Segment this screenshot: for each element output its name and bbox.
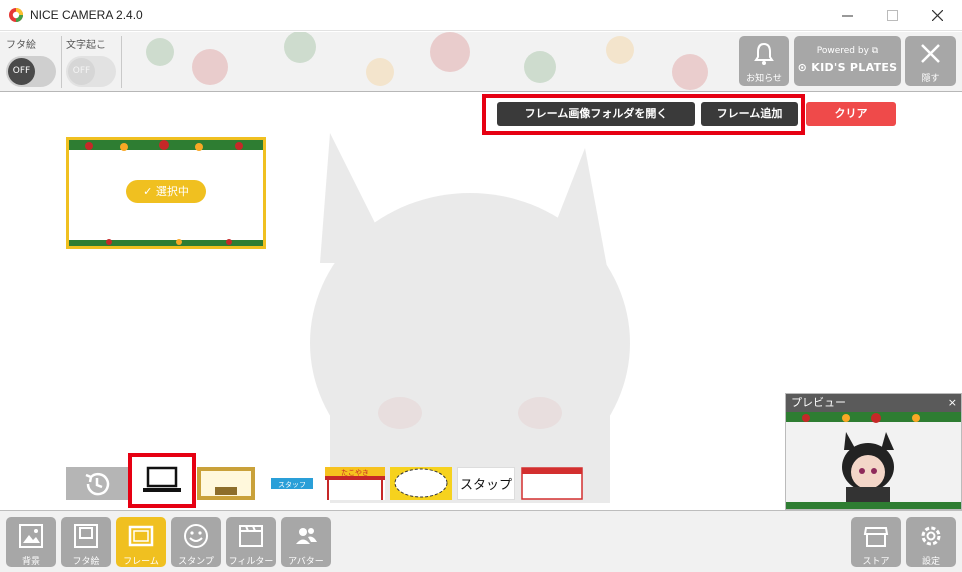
- preview-header: プレビュー ×: [786, 394, 961, 412]
- cover-art-tool-label: フタ絵: [72, 557, 100, 567]
- frame-history-button[interactable]: [66, 467, 128, 500]
- frame-thumb-blue-label[interactable]: スタッフ: [270, 467, 314, 500]
- kids-plates-label: ⊙ KID'S PLATES: [797, 61, 898, 74]
- cover-art-toggle-label: フタ絵: [6, 40, 36, 51]
- minimize-icon: [842, 15, 853, 17]
- stamp-tool-button[interactable]: スタンプ: [171, 517, 221, 567]
- frame-thumb-takoyaki[interactable]: たこやき: [325, 467, 385, 500]
- window-title: NICE CAMERA 2.4.0: [30, 8, 143, 22]
- maximize-button[interactable]: [870, 0, 916, 31]
- frame-tool-label: フレーム: [123, 557, 159, 567]
- app-logo-icon: [9, 8, 23, 22]
- add-frame-button[interactable]: フレーム追加: [701, 102, 798, 126]
- clear-button[interactable]: クリア: [806, 102, 896, 126]
- bottom-toolbar: 背景 フタ絵 フレーム スタンプ フィルター アバター ストア 設定: [0, 510, 962, 572]
- gear-icon: [921, 526, 941, 546]
- selected-badge: ✓ 選択中: [126, 180, 206, 203]
- camera-canvas: フレーム画像フォルダを開く フレーム追加 クリア ✓ 選択中 スタッフ たこやき…: [0, 93, 962, 510]
- image-icon: [19, 524, 43, 548]
- check-icon: ✓: [143, 185, 153, 198]
- cover-art-tool-button[interactable]: フタ絵: [61, 517, 111, 567]
- frame-tool-button[interactable]: フレーム: [116, 517, 166, 567]
- powered-by-label: Powered by ⧉: [816, 46, 879, 56]
- notice-button[interactable]: お知らせ: [739, 36, 789, 86]
- toggle-knob: OFF: [8, 58, 35, 85]
- kids-plates-button[interactable]: Powered by ⧉ ⊙ KID'S PLATES: [794, 36, 901, 86]
- stamp-tool-label: スタンプ: [178, 557, 214, 567]
- preview-window[interactable]: プレビュー ×: [785, 393, 962, 510]
- selected-frame-preview[interactable]: ✓ 選択中: [66, 137, 266, 249]
- hide-button[interactable]: 隠す: [905, 36, 956, 86]
- store-button[interactable]: ストア: [851, 517, 901, 567]
- minimize-button[interactable]: [825, 0, 871, 31]
- cover-art-toggle-group: フタ絵 OFF: [0, 36, 58, 90]
- settings-label: 設定: [921, 557, 940, 567]
- external-link-icon: ⧉: [871, 46, 879, 56]
- avatar-tool-label: アバター: [288, 557, 324, 567]
- laptop-icon: [143, 466, 181, 492]
- filter-tool-button[interactable]: フィルター: [226, 517, 276, 567]
- transcription-toggle[interactable]: OFF: [66, 56, 116, 87]
- title-bar: NICE CAMERA 2.4.0: [0, 0, 962, 31]
- svg-text:スタッフ: スタッフ: [278, 480, 306, 489]
- svg-text:たこやき: たこやき: [341, 469, 369, 477]
- close-window-button[interactable]: [915, 0, 961, 31]
- frame-thumb-text-label[interactable]: スタップ: [457, 467, 515, 500]
- notice-label: お知らせ: [746, 74, 782, 84]
- smiley-icon: [184, 524, 208, 548]
- cover-art-toggle[interactable]: OFF: [6, 56, 56, 87]
- kids-plates-logo-icon: ⊙: [797, 61, 808, 74]
- people-icon: [296, 528, 317, 544]
- preview-title: プレビュー: [791, 396, 846, 409]
- bell-icon: [754, 42, 774, 65]
- filter-clapper-icon: [239, 525, 263, 547]
- store-label: ストア: [862, 557, 890, 567]
- avatar-tool-button[interactable]: アバター: [281, 517, 331, 567]
- close-x-icon: [921, 44, 940, 63]
- close-icon: [932, 10, 943, 21]
- history-icon: [85, 472, 110, 496]
- cover-art-icon: [74, 524, 98, 548]
- frame-thumb-gold[interactable]: [197, 467, 255, 500]
- preview-avatar-image: [786, 412, 961, 509]
- frame-thumb-red-outline[interactable]: [521, 467, 583, 500]
- background-tool-label: 背景: [21, 557, 40, 567]
- header-divider: [121, 36, 122, 88]
- open-frame-folder-button[interactable]: フレーム画像フォルダを開く: [497, 102, 695, 126]
- pc-frame-highlight[interactable]: [128, 453, 196, 508]
- maximize-icon: [887, 10, 898, 21]
- header-bar: フタ絵 OFF 文字起こ OFF お知らせ Powered by ⧉ ⊙ KID…: [0, 32, 962, 92]
- store-icon: [863, 527, 889, 547]
- filter-tool-label: フィルター: [228, 557, 274, 567]
- background-tool-button[interactable]: 背景: [6, 517, 56, 567]
- preview-close-button[interactable]: ×: [948, 394, 957, 412]
- svg-text:スタップ: スタップ: [460, 478, 512, 493]
- settings-button[interactable]: 設定: [906, 517, 956, 567]
- frame-thumb-yellow-bubble[interactable]: [390, 467, 452, 500]
- hide-label: 隠す: [921, 74, 940, 84]
- transcription-toggle-group: 文字起こ OFF: [60, 36, 118, 90]
- toggle-knob: OFF: [68, 58, 95, 85]
- transcription-toggle-label: 文字起こ: [66, 40, 106, 51]
- frame-icon: [128, 525, 154, 547]
